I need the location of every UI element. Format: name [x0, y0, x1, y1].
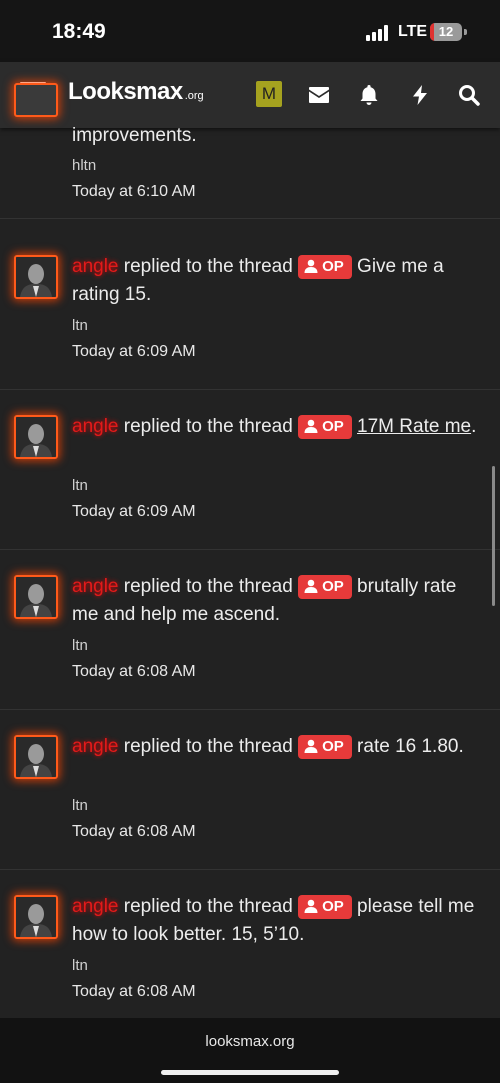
alert-text: improvements. — [72, 122, 484, 150]
user-icon — [304, 259, 318, 273]
alert-item[interactable]: angle replied to the thread OP 17M Rate … — [0, 389, 500, 550]
user-icon — [304, 579, 318, 593]
avatar-photo — [16, 897, 56, 937]
op-badge: OP — [298, 415, 352, 439]
user-avatar[interactable] — [14, 735, 58, 779]
forum-name[interactable]: ltn — [72, 317, 88, 334]
alert-time: Today at 6:09 AM — [72, 343, 196, 360]
home-indicator[interactable] — [161, 1070, 339, 1075]
alert-time: Today at 6:08 AM — [72, 983, 196, 1000]
status-bar: 18:49 LTE 12 — [0, 0, 500, 62]
username-link[interactable]: angle — [72, 736, 119, 757]
alert-text: angle replied to the thread OP rate 16 1… — [72, 733, 484, 761]
browser-bottom-bar: looksmax.org — [0, 1018, 500, 1083]
user-icon — [304, 419, 318, 433]
alert-time: Today at 6:10 AM — [72, 183, 196, 200]
alert-text: angle replied to the thread OP Give me a… — [72, 253, 484, 309]
op-label: OP — [322, 418, 344, 435]
alert-action: replied to the thread — [118, 576, 299, 597]
alert-text: angle replied to the thread OP please te… — [72, 893, 484, 949]
user-avatar[interactable] — [14, 83, 58, 117]
thread-link[interactable]: improvements. — [72, 125, 197, 146]
username-link[interactable]: angle — [72, 576, 119, 597]
alert-text: angle replied to the thread OP 17M Rate … — [72, 413, 484, 441]
forum-name[interactable]: ltn — [72, 477, 88, 494]
alert-item[interactable]: angle replied to the thread OP please te… — [0, 869, 500, 1029]
username-link[interactable]: angle — [72, 896, 119, 917]
user-icon — [304, 899, 318, 913]
status-time: 18:49 — [52, 20, 106, 43]
alert-time: Today at 6:08 AM — [72, 823, 196, 840]
alert-time: Today at 6:09 AM — [72, 503, 196, 520]
op-badge: OP — [298, 575, 352, 599]
battery-tip — [464, 29, 467, 35]
cellular-signal-icon — [366, 25, 392, 41]
forum-name[interactable]: ltn — [72, 957, 88, 974]
username-link[interactable]: angle — [72, 256, 119, 277]
thread-suffix: . — [471, 416, 477, 437]
op-label: OP — [322, 738, 344, 755]
alert-action: replied to the thread — [118, 896, 299, 917]
op-label: OP — [322, 258, 344, 275]
op-label: OP — [322, 898, 344, 915]
avatar-photo — [16, 577, 56, 617]
op-label: OP — [322, 578, 344, 595]
op-badge: OP — [298, 255, 352, 279]
avatar-photo — [16, 417, 56, 457]
battery-percent: 12 — [438, 24, 454, 39]
battery-icon: 12 — [430, 23, 462, 41]
user-icon — [304, 739, 318, 753]
alert-action: replied to the thread — [118, 416, 299, 437]
alert-time: Today at 6:08 AM — [72, 663, 196, 680]
alert-item[interactable]: angle replied to the thread OP Give me a… — [0, 229, 500, 390]
thread-link[interactable]: rate 16 1.80. — [357, 736, 464, 757]
op-badge: OP — [298, 895, 352, 919]
forum-name[interactable]: hltn — [72, 157, 96, 174]
address-bar-url[interactable]: looksmax.org — [0, 1033, 500, 1050]
forum-name[interactable]: ltn — [72, 637, 88, 654]
user-avatar[interactable] — [14, 575, 58, 619]
alert-item[interactable]: improvements. hltn Today at 6:10 AM — [0, 58, 500, 219]
alert-item[interactable]: angle replied to the thread OP rate 16 1… — [0, 709, 500, 870]
username-link[interactable]: angle — [72, 416, 119, 437]
op-badge: OP — [298, 735, 352, 759]
network-type: LTE — [398, 23, 428, 40]
alert-action: replied to the thread — [118, 256, 299, 277]
alert-action: replied to the thread — [118, 736, 299, 757]
alert-item[interactable]: angle replied to the thread OP brutally … — [0, 549, 500, 710]
alert-text: angle replied to the thread OP brutally … — [72, 573, 484, 629]
avatar-photo — [16, 257, 56, 297]
user-avatar[interactable] — [14, 255, 58, 299]
thread-link[interactable]: 17M Rate me — [357, 416, 471, 437]
user-avatar[interactable] — [14, 415, 58, 459]
avatar-photo — [16, 737, 56, 777]
scrollbar[interactable] — [492, 466, 495, 606]
forum-name[interactable]: ltn — [72, 797, 88, 814]
user-avatar[interactable] — [14, 895, 58, 939]
